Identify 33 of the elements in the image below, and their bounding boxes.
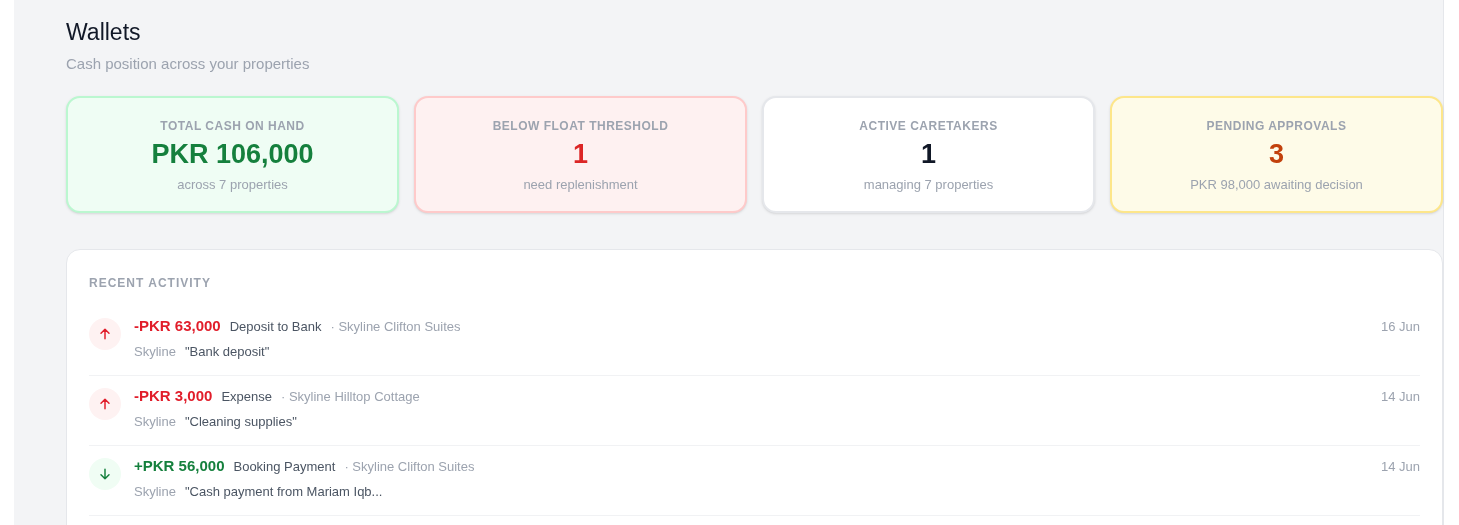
stat-label: TOTAL CASH ON HAND	[160, 117, 305, 135]
stat-note: PKR 98,000 awaiting decision	[1190, 175, 1363, 194]
transaction-date: 14 Jun	[1380, 387, 1420, 406]
stat-value: 1	[921, 137, 936, 171]
actor-name: Skyline	[134, 483, 176, 501]
stat-label: BELOW FLOAT THRESHOLD	[492, 117, 669, 135]
amount: -PKR 3,000	[134, 385, 213, 406]
transaction-note: "Cash payment from Mariam Iqb...	[184, 483, 383, 501]
stat-note: across 7 properties	[177, 175, 288, 194]
transaction-date: 16 Jun	[1380, 317, 1420, 336]
stat-label: ACTIVE CARETAKERS	[859, 117, 998, 135]
stat-note: managing 7 properties	[863, 175, 994, 194]
stat-value: PKR 106,000	[151, 137, 314, 171]
stat-label: PENDING APPROVALS	[1206, 117, 1347, 135]
page-subtitle: Cash position across your properties	[66, 54, 311, 74]
actor-name: Skyline	[134, 343, 176, 361]
transaction-date: 14 Jun	[1380, 457, 1420, 476]
property-name: · Skyline Clifton Suites	[330, 317, 461, 336]
transaction-note: "Cleaning supplies"	[184, 413, 297, 431]
transaction-type: Deposit to Bank	[229, 317, 322, 336]
transaction-note: "Bank deposit"	[184, 343, 270, 361]
stat-value: 1	[573, 137, 588, 171]
amount: +PKR 56,000	[134, 455, 225, 476]
stat-note: need replenishment	[523, 175, 638, 194]
property-name: · Skyline Clifton Suites	[344, 457, 475, 476]
actor-name: Skyline	[134, 413, 176, 431]
transaction-type: Booking Payment	[233, 457, 336, 476]
transaction-type: Expense	[221, 387, 272, 406]
amount: -PKR 63,000	[134, 315, 221, 336]
page-title: Wallets	[66, 18, 142, 47]
property-name: · Skyline Hilltop Cottage	[280, 387, 420, 406]
section-title: RECENT ACTIVITY	[89, 274, 212, 292]
stat-value: 3	[1269, 137, 1284, 171]
